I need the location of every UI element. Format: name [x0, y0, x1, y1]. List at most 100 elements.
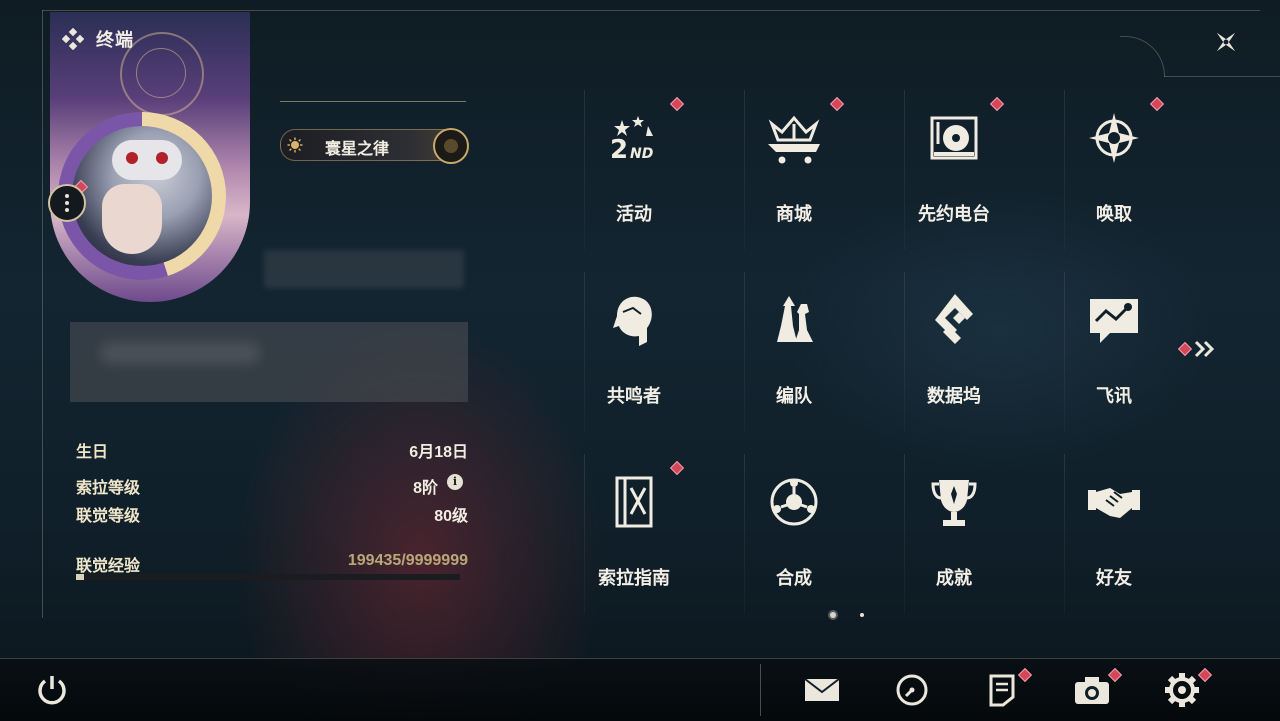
handshake-icon — [1084, 472, 1144, 532]
menu-item-label: 合成 — [776, 568, 812, 588]
tile-divider — [744, 272, 745, 432]
tile-divider — [1064, 454, 1065, 614]
tile-divider — [904, 90, 905, 250]
settings-button[interactable] — [1160, 667, 1213, 710]
header: 终端 — [62, 26, 134, 52]
compass-star-icon — [1084, 108, 1144, 168]
menu-item-messages[interactable]: 飞讯 — [1034, 272, 1194, 432]
camera-button[interactable] — [1070, 667, 1123, 710]
bottom-divider — [760, 664, 761, 716]
power-icon — [38, 676, 66, 705]
chess-team-icon — [764, 290, 824, 350]
menu-item-label: 唤取 — [1096, 204, 1132, 224]
message-bubble-icon — [1084, 290, 1144, 350]
tile-divider — [904, 454, 905, 614]
menu-item-radio[interactable]: 先约电台 — [874, 90, 1034, 250]
union-exp-label: 联觉经验 — [76, 558, 141, 575]
player-name-pill[interactable]: 寰星之律 — [280, 128, 469, 164]
menu-item-team[interactable]: 编队 — [714, 272, 874, 432]
sola-level-value: 8阶 — [413, 480, 438, 497]
clock-button[interactable] — [890, 670, 934, 710]
menu-item-label: 先约电台 — [918, 204, 990, 224]
character-head-icon — [604, 290, 664, 350]
union-exp-value: 199435/9999999 — [347, 552, 468, 569]
avatar-face — [102, 184, 162, 254]
blurred-text — [100, 342, 260, 364]
menu-item-summon[interactable]: 唤取 — [1034, 90, 1194, 250]
badge-dot — [1177, 341, 1193, 357]
power-button[interactable] — [30, 670, 74, 710]
blurred-signature-box — [70, 322, 468, 402]
union-exp-fill — [76, 574, 84, 580]
menu-item-label: 活动 — [616, 204, 652, 224]
menu-item-synthesis[interactable]: 合成 — [714, 454, 874, 614]
more-dot — [65, 208, 69, 212]
record-player-icon — [924, 108, 984, 168]
menu-item-label: 索拉指南 — [598, 568, 670, 588]
card-dial-inner — [136, 48, 186, 98]
menu-item-label: 好友 — [1096, 568, 1132, 588]
menu-item-label: 飞讯 — [1096, 386, 1132, 406]
menu-item-data-dock[interactable]: 数据坞 — [874, 272, 1034, 432]
page-dot-2[interactable] — [860, 613, 864, 617]
title-emblem-icon — [433, 128, 469, 164]
badge-dot — [989, 96, 1005, 112]
page-dot-1[interactable] — [830, 612, 836, 618]
event-2nd-icon: 2 ND — [604, 108, 664, 168]
frame-curve — [1120, 36, 1165, 77]
crown-cart-icon — [764, 108, 824, 168]
menu-item-resonators[interactable]: 共鸣者 — [554, 272, 714, 432]
more-dot — [65, 194, 69, 198]
next-page-button[interactable] — [1177, 340, 1216, 358]
menu-item-sola-guide[interactable]: 索拉指南 — [554, 454, 714, 614]
menu-item-label: 编队 — [776, 386, 812, 406]
frame-right-line — [1164, 76, 1280, 77]
tile-divider — [1064, 90, 1065, 250]
svg-text:2: 2 — [610, 135, 628, 165]
birthday-label: 生日 — [76, 444, 109, 461]
mail-button[interactable] — [800, 670, 844, 710]
close-button[interactable] — [1206, 22, 1246, 62]
synthesis-orb-icon — [764, 472, 824, 532]
tile-divider — [744, 90, 745, 250]
menu-item-label: 数据坞 — [927, 386, 981, 406]
camera-icon — [1075, 677, 1109, 704]
menu-item-label: 成就 — [936, 568, 972, 588]
badge-dot — [669, 460, 685, 476]
menu-item-achievements[interactable]: 成就 — [874, 454, 1034, 614]
menu-item-shop[interactable]: 商城 — [714, 90, 874, 250]
svg-text:ND: ND — [630, 146, 653, 162]
badge-dot — [669, 96, 685, 112]
tile-divider — [744, 454, 745, 614]
tile-divider — [904, 272, 905, 432]
tile-divider — [584, 90, 585, 250]
menu-grid: 2 ND 活动 商城 先约电台 唤取 共鸣者 编队 数据坞 飞讯 索拉指南 合成… — [554, 90, 1194, 614]
union-level-label: 联觉等级 — [76, 508, 141, 525]
data-dock-icon — [924, 290, 984, 350]
more-dot — [65, 201, 69, 205]
tile-divider — [1064, 272, 1065, 432]
avatar[interactable] — [72, 126, 212, 266]
menu-item-activity[interactable]: 2 ND 活动 — [554, 90, 714, 250]
blurred-field — [264, 250, 464, 288]
double-chevron-right-icon — [1194, 340, 1215, 358]
menu-item-friends[interactable]: 好友 — [1034, 454, 1194, 614]
union-level-value: 80级 — [434, 508, 468, 525]
info-icon[interactable]: i — [447, 474, 463, 490]
badge-dot — [829, 96, 845, 112]
union-exp-bar — [76, 574, 460, 580]
menu-item-label: 商城 — [776, 204, 812, 224]
notice-icon — [989, 674, 1015, 707]
tile-divider — [584, 272, 585, 432]
avatar-mask — [112, 140, 182, 180]
birthday-value: 6月18日 — [409, 444, 468, 461]
page-title: 终端 — [96, 30, 134, 50]
badge-dot — [1149, 96, 1165, 112]
frame-top-line — [42, 10, 1260, 11]
notice-button[interactable] — [980, 667, 1033, 710]
profile-more-button[interactable] — [48, 184, 86, 222]
tile-divider — [584, 454, 585, 614]
frame-left-line — [42, 10, 43, 618]
player-name: 寰星之律 — [325, 141, 390, 158]
guide-book-icon — [604, 472, 664, 532]
